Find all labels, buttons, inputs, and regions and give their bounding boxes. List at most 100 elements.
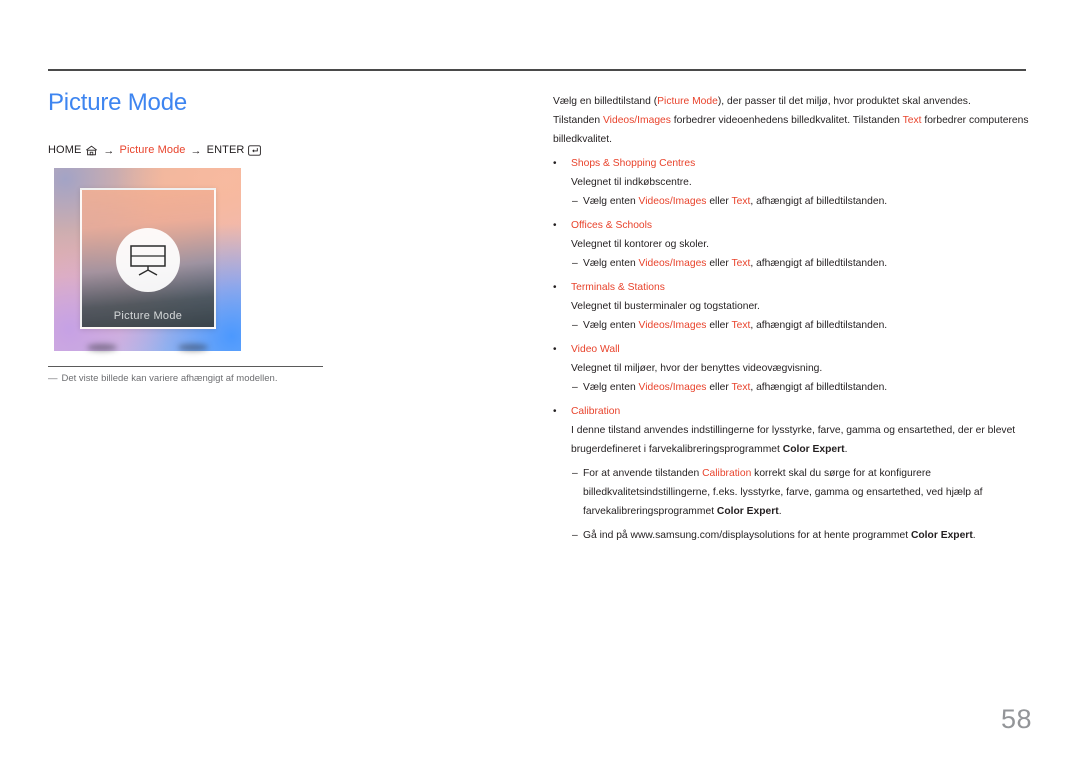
- intro-paragraph-2: Tilstanden Videos/Images forbedrer video…: [553, 111, 1031, 149]
- page-number: 58: [1000, 704, 1032, 734]
- calibration-sub2-bold: Color Expert: [910, 530, 973, 541]
- mode-description: Velegnet til busterminaler og togstation…: [571, 301, 760, 312]
- enter-key-icon: [248, 145, 262, 156]
- mode-description: Velegnet til miljøer, hvor der benyttes …: [571, 363, 823, 374]
- mode-subnote-row: – Vælg enten Videos/Images eller Text, a…: [572, 378, 1031, 397]
- mode-block-video-wall: • Video Wall Velegnet til miljøer, hvor …: [553, 340, 1031, 397]
- sub-dash-marker: –: [572, 468, 578, 479]
- calibration-sub2-part-b: .: [972, 530, 976, 541]
- intro-p1-part-b: ), der passer til det miljø, hvor produk…: [717, 96, 971, 107]
- calibration-sub2-part-a: Gå ind på www.samsung.com/displaysolutio…: [583, 530, 911, 541]
- breadcrumb-arrow-1: →: [103, 144, 115, 157]
- mode-title-row: • Video Wall: [553, 340, 1031, 359]
- bullet-marker: •: [553, 406, 557, 417]
- breadcrumb-home-label: HOME: [48, 144, 82, 156]
- mode-title: Video Wall: [571, 344, 620, 355]
- illustration-thumbnail: Picture Mode: [54, 168, 241, 351]
- sub-dash-marker: –: [572, 382, 578, 393]
- mode-subnote-row: – Vælg enten Videos/Images eller Text, a…: [572, 192, 1031, 211]
- left-column: Picture Mode HOME → Picture Mode → ENTER: [48, 88, 508, 157]
- subnote-accent-1: Videos/Images: [638, 320, 707, 331]
- intro-p2-accent-1: Videos/Images: [603, 115, 671, 126]
- mode-title-row: • Shops & Shopping Centres: [553, 154, 1031, 173]
- footnote: ― Det viste billede kan variere afhængig…: [48, 372, 488, 385]
- calibration-desc-part-b: .: [844, 444, 848, 455]
- subnote-accent-2: Text: [731, 258, 751, 269]
- calibration-sub1-bold: Color Expert: [716, 506, 779, 517]
- subnote-accent-1: Videos/Images: [638, 382, 707, 393]
- mode-block-calibration: • Calibration I denne tilstand anvendes …: [553, 402, 1031, 545]
- bullet-marker: •: [553, 158, 557, 169]
- breadcrumb-enter-label: ENTER: [206, 144, 245, 156]
- mode-title: Offices & Schools: [571, 220, 653, 231]
- subnote-accent-1: Videos/Images: [638, 196, 707, 207]
- mode-title: Calibration: [571, 406, 621, 417]
- subnote-part-a: Vælg enten: [583, 196, 639, 207]
- calibration-desc-bold: Color Expert: [782, 444, 845, 455]
- page-title: Picture Mode: [48, 89, 187, 116]
- mode-title-row: • Offices & Schools: [553, 216, 1031, 235]
- intro-p2-part-a: Tilstanden: [553, 115, 603, 126]
- mode-title: Terminals & Stations: [571, 282, 665, 293]
- monitor-icon: [116, 228, 180, 292]
- bullet-marker: •: [553, 344, 557, 355]
- footnote-divider: [48, 366, 323, 367]
- subnote-part-a: Vælg enten: [583, 258, 639, 269]
- bullet-marker: •: [553, 282, 557, 293]
- calibration-subnote-1: For at anvende tilstanden Calibration ko…: [583, 464, 1031, 521]
- intro-p1-part-a: Vælg en billedtilstand (: [553, 96, 658, 107]
- subnote-accent-1: Videos/Images: [638, 258, 707, 269]
- subnote-part-c: , afhængigt af billedtilstanden.: [750, 196, 888, 207]
- house-icon: [85, 145, 98, 156]
- mode-subnote-row: – Vælg enten Videos/Images eller Text, a…: [572, 254, 1031, 273]
- mode-subnote: Vælg enten Videos/Images eller Text, afh…: [583, 316, 1031, 335]
- subnote-part-b: eller: [706, 258, 732, 269]
- mode-subnote: Vælg enten Videos/Images eller Text, afh…: [583, 254, 1031, 273]
- calibration-sub1-part-a: For at anvende tilstanden: [583, 468, 703, 479]
- sub-dash-marker: –: [572, 258, 578, 269]
- mode-title: Shops & Shopping Centres: [571, 158, 696, 169]
- intro-p1-accent: Picture Mode: [657, 96, 718, 107]
- breadcrumb: HOME → Picture Mode → ENTER: [48, 144, 508, 157]
- thumbnail-display-panel: Picture Mode: [80, 188, 216, 329]
- subnote-accent-2: Text: [731, 382, 751, 393]
- mode-subnote: Vælg enten Videos/Images eller Text, afh…: [583, 378, 1031, 397]
- mode-subnote-row: – Vælg enten Videos/Images eller Text, a…: [572, 316, 1031, 335]
- calibration-subnote-row-2: – Gå ind på www.samsung.com/displaysolut…: [572, 526, 1031, 545]
- subnote-part-c: , afhængigt af billedtilstanden.: [750, 320, 888, 331]
- thumbnail-caption: Picture Mode: [113, 310, 183, 322]
- mode-description: I denne tilstand anvendes indstillingern…: [571, 421, 1031, 459]
- footnote-dash: ―: [48, 373, 58, 384]
- thumbnail-foot-shadow-right: [178, 344, 208, 351]
- subnote-accent-2: Text: [731, 196, 751, 207]
- calibration-subnote-row-1: – For at anvende tilstanden Calibration …: [572, 464, 1031, 521]
- subnote-accent-2: Text: [731, 320, 751, 331]
- mode-block-shops-and-shopping-centres: • Shops & Shopping Centres Velegnet til …: [553, 154, 1031, 211]
- sub-dash-marker: –: [572, 530, 578, 541]
- intro-p2-part-b: forbedrer videoenhedens billedkvalitet. …: [670, 115, 903, 126]
- header-divider: [48, 69, 1026, 71]
- subnote-part-b: eller: [706, 320, 732, 331]
- mode-description: Velegnet til kontorer og skoler.: [571, 239, 709, 250]
- subnote-part-c: , afhængigt af billedtilstanden.: [750, 382, 888, 393]
- calibration-subnote-2: Gå ind på www.samsung.com/displaysolutio…: [583, 526, 1031, 545]
- mode-block-terminals-and-stations: • Terminals & Stations Velegnet til bust…: [553, 278, 1031, 335]
- mode-subnote: Vælg enten Videos/Images eller Text, afh…: [583, 192, 1031, 211]
- subnote-part-a: Vælg enten: [583, 382, 639, 393]
- sub-dash-marker: –: [572, 196, 578, 207]
- content-column: Vælg en billedtilstand (Picture Mode), d…: [553, 92, 1031, 545]
- subnote-part-c: , afhængigt af billedtilstanden.: [750, 258, 888, 269]
- subnote-part-b: eller: [706, 382, 732, 393]
- intro-p2-accent-2: Text: [902, 115, 922, 126]
- calibration-sub1-accent: Calibration: [702, 468, 752, 479]
- footnote-text: Det viste billede kan variere afhængigt …: [61, 373, 278, 384]
- breadcrumb-arrow-2: →: [190, 144, 202, 157]
- sub-dash-marker: –: [572, 320, 578, 331]
- calibration-sub1-part-c: .: [778, 506, 782, 517]
- mode-block-offices-and-schools: • Offices & Schools Velegnet til kontore…: [553, 216, 1031, 273]
- breadcrumb-target-label: Picture Mode: [119, 144, 186, 156]
- bullet-marker: •: [553, 220, 557, 231]
- mode-title-row: • Terminals & Stations: [553, 278, 1031, 297]
- thumbnail-foot-shadow-left: [87, 344, 117, 351]
- subnote-part-a: Vælg enten: [583, 320, 639, 331]
